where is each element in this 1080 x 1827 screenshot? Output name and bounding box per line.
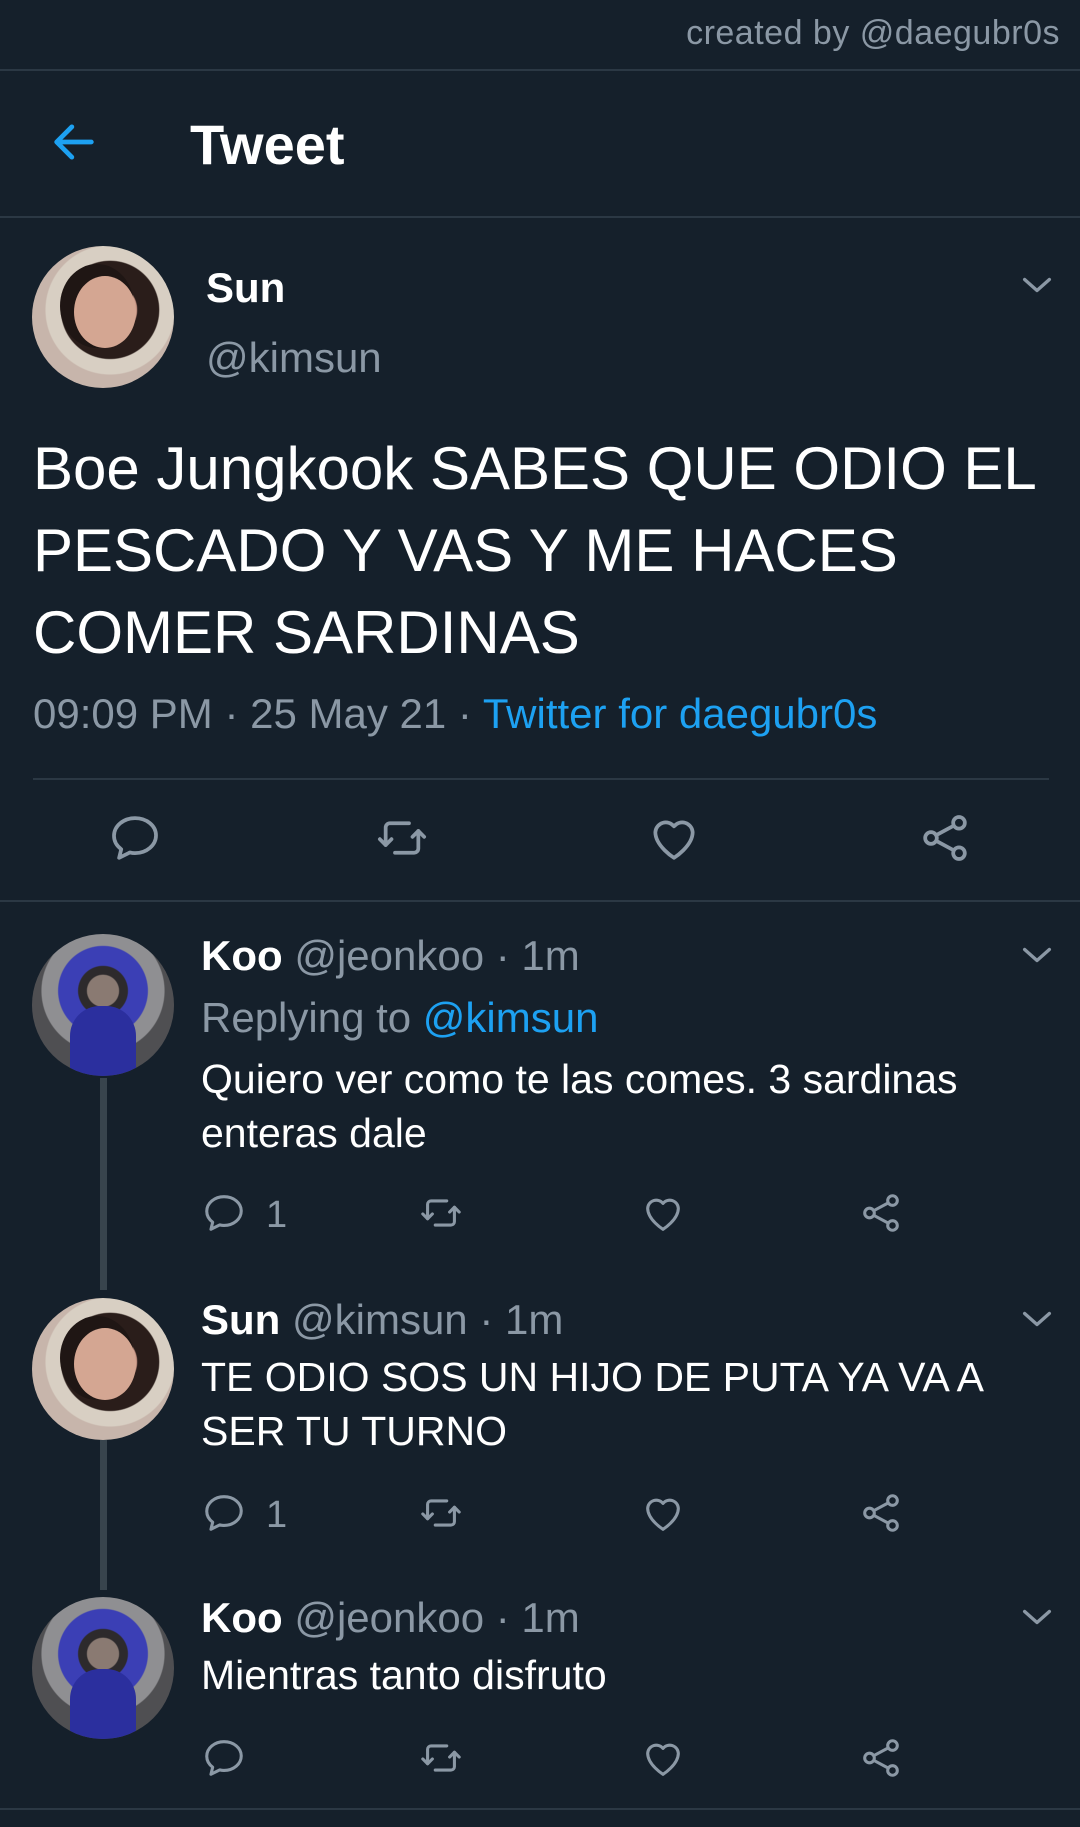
share-icon[interactable] — [858, 1735, 904, 1781]
retweet-icon[interactable] — [418, 1490, 464, 1536]
chevron-down-icon[interactable] — [1020, 944, 1054, 966]
chevron-down-icon[interactable] — [1020, 274, 1054, 296]
tweet-meta: 09:09 PM · 25 May 21 · Twitter for daegu… — [33, 690, 877, 738]
retweet-icon[interactable] — [418, 1735, 464, 1781]
author-handle[interactable]: @jeonkoo — [294, 1594, 484, 1641]
author-name[interactable]: Koo — [201, 1594, 283, 1641]
tweet-date: 25 May 21 — [250, 690, 447, 737]
heart-icon[interactable] — [646, 810, 702, 866]
replying-to: Replying to @kimsun — [201, 994, 598, 1042]
comment-icon[interactable] — [107, 810, 163, 866]
divider — [33, 778, 1049, 780]
divider — [0, 216, 1080, 218]
share-icon[interactable] — [858, 1190, 904, 1236]
share-icon[interactable] — [858, 1490, 904, 1536]
divider — [0, 69, 1080, 71]
reply-count: 1 — [266, 1194, 288, 1236]
reply-time: · 1m — [495, 1594, 580, 1641]
heart-icon[interactable] — [640, 1735, 686, 1781]
back-arrow-icon[interactable] — [48, 116, 100, 168]
avatar[interactable] — [32, 1597, 174, 1739]
author-handle[interactable]: @jeonkoo — [294, 932, 484, 979]
creator-credit: created by @daegubr0s — [686, 14, 1060, 52]
reply-time: · 1m — [479, 1296, 564, 1343]
comment-icon[interactable] — [201, 1490, 247, 1536]
divider — [0, 900, 1080, 902]
comment-icon[interactable] — [201, 1735, 247, 1781]
tweet-time: 09:09 PM — [33, 690, 213, 737]
mention-link[interactable]: @kimsun — [423, 994, 599, 1041]
retweet-icon[interactable] — [374, 810, 430, 866]
author-name[interactable]: Koo — [201, 932, 283, 979]
avatar[interactable] — [32, 934, 174, 1076]
tweet-text: Boe Jungkook SABES QUE ODIO EL PESCADO Y… — [33, 435, 1035, 666]
reply-text: Quiero ver como te las comes. 3 sardinas… — [201, 1056, 958, 1156]
heart-icon[interactable] — [640, 1490, 686, 1536]
heart-icon[interactable] — [640, 1190, 686, 1236]
thread-line — [100, 1078, 107, 1290]
retweet-icon[interactable] — [418, 1190, 464, 1236]
divider — [0, 1808, 1080, 1810]
reply-text: Mientras tanto disfruto — [201, 1652, 607, 1698]
meta-separator: · — [224, 690, 239, 737]
comment-icon[interactable] — [201, 1190, 247, 1236]
meta-separator: · — [457, 690, 472, 737]
reply-header: Koo @jeonkoo · 1m — [201, 932, 580, 980]
avatar[interactable] — [32, 1298, 174, 1440]
reply-header: Sun @kimsun · 1m — [201, 1296, 563, 1344]
page-title: Tweet — [190, 113, 345, 176]
tweet-source-link[interactable]: Twitter for daegubr0s — [483, 690, 878, 737]
author-handle[interactable]: @kimsun — [206, 334, 382, 382]
author-name[interactable]: Sun — [201, 1296, 280, 1343]
reply-text: TE ODIO SOS UN HIJO DE PUTA YA VA A SER … — [201, 1354, 982, 1454]
top-app-bar: Tweet — [0, 72, 1080, 217]
share-icon[interactable] — [917, 810, 973, 866]
reply-header: Koo @jeonkoo · 1m — [201, 1594, 580, 1642]
author-handle[interactable]: @kimsun — [292, 1296, 468, 1343]
chevron-down-icon[interactable] — [1020, 1606, 1054, 1628]
chevron-down-icon[interactable] — [1020, 1308, 1054, 1330]
replying-label: Replying to — [201, 994, 412, 1041]
reply-time: · 1m — [495, 932, 580, 979]
thread-line — [100, 1440, 107, 1590]
author-name[interactable]: Sun — [206, 264, 285, 312]
reply-count: 1 — [266, 1494, 288, 1536]
avatar[interactable] — [32, 246, 174, 388]
